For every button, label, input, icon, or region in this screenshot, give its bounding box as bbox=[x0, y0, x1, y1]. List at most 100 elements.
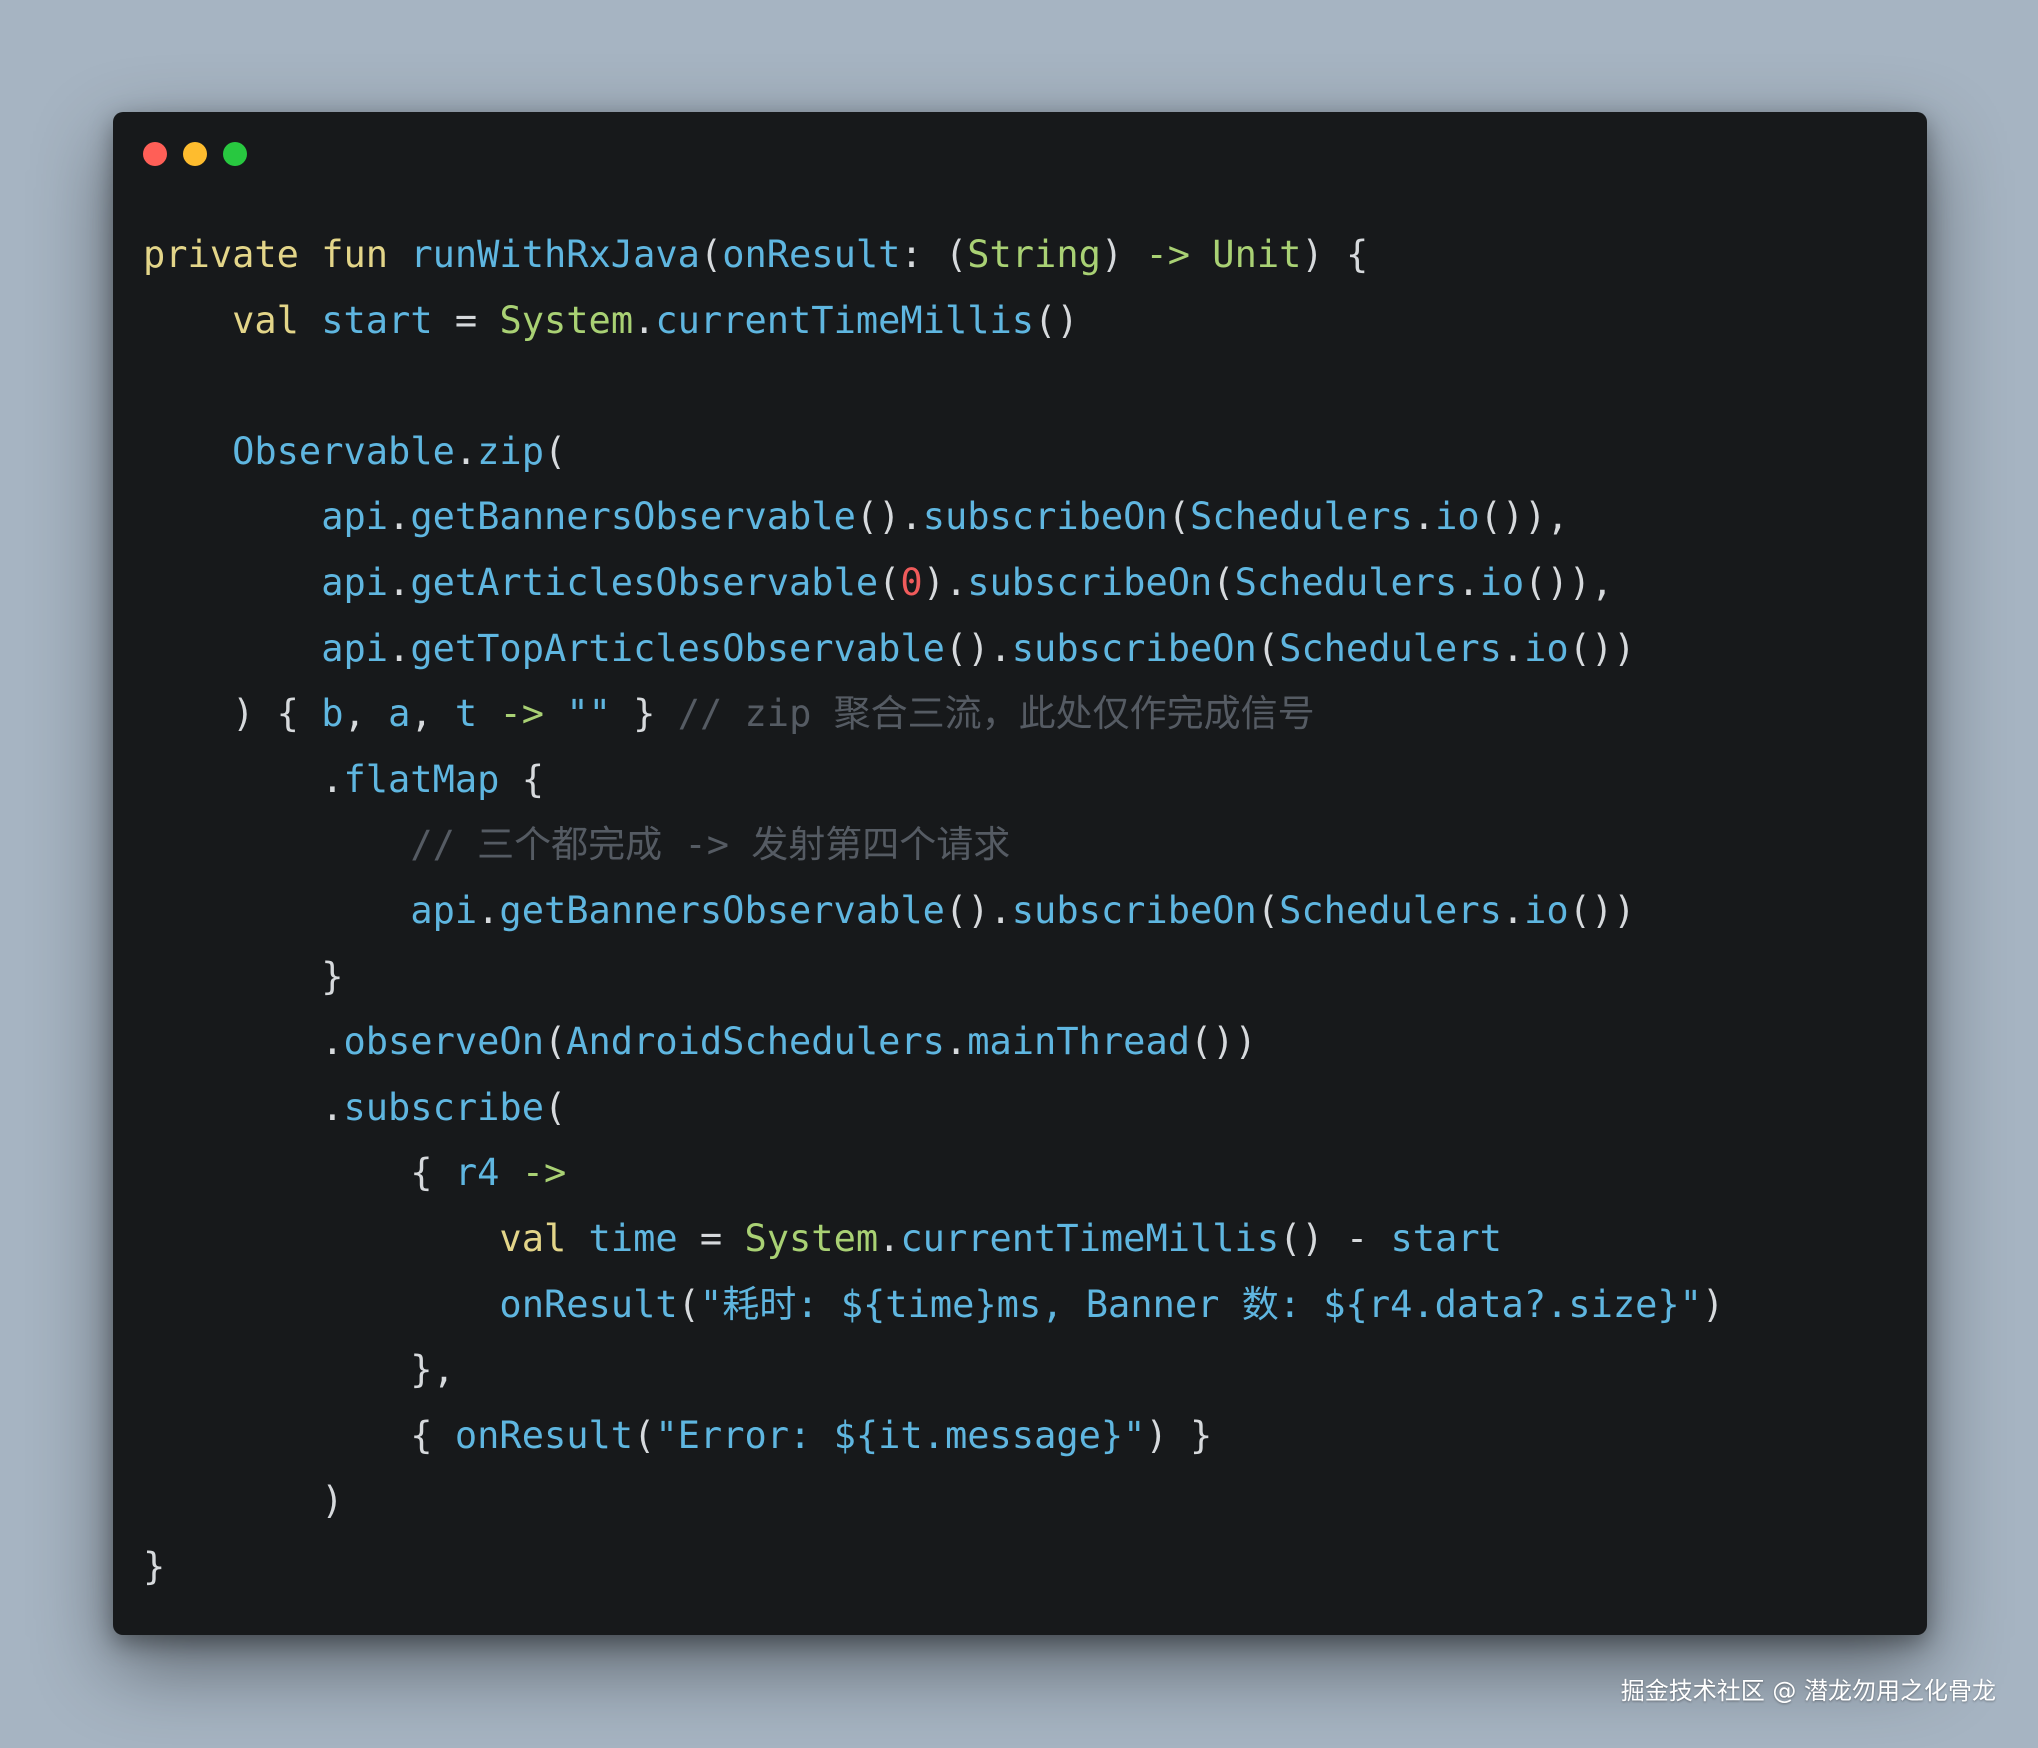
code-line: val start = System.currentTimeMillis() bbox=[143, 288, 1724, 354]
code-token: ) } bbox=[1145, 1413, 1213, 1457]
code-line: { r4 -> bbox=[143, 1140, 1724, 1206]
code-token: currentTimeMillis bbox=[900, 1216, 1280, 1260]
code-token: = bbox=[432, 298, 500, 342]
code-token: onResult bbox=[454, 1413, 634, 1457]
code-token: . bbox=[1501, 888, 1525, 932]
code-line: api.getBannersObservable().subscribeOn(S… bbox=[143, 484, 1724, 550]
code-line: Observable.zip( bbox=[143, 419, 1724, 485]
code-token: subscribeOn bbox=[922, 495, 1168, 539]
code-token: "Error: ${it.message}" bbox=[655, 1413, 1146, 1457]
code-token: api bbox=[321, 560, 389, 604]
code-token: observeOn bbox=[343, 1020, 544, 1064]
code-token: () bbox=[1034, 298, 1079, 342]
code-window: private fun runWithRxJava(onResult: (Str… bbox=[113, 112, 1927, 1635]
code-token: getArticlesObservable bbox=[410, 560, 879, 604]
code-token: . bbox=[1457, 560, 1480, 604]
code-token: ()) bbox=[1568, 626, 1636, 670]
code-token: System bbox=[499, 298, 634, 342]
code-token: { bbox=[143, 1413, 455, 1457]
code-token: ( bbox=[1167, 495, 1191, 539]
code-token: ) bbox=[1701, 1282, 1725, 1326]
code-token: . bbox=[454, 429, 478, 473]
code-line: private fun runWithRxJava(onResult: (Str… bbox=[143, 222, 1724, 288]
code-token: : ( bbox=[900, 233, 968, 276]
code-line: api.getArticlesObservable(0).subscribeOn… bbox=[143, 550, 1724, 616]
code-token: (). bbox=[944, 626, 1012, 670]
code-token: ) { bbox=[143, 692, 322, 736]
code-token: . bbox=[143, 757, 344, 801]
code-token: val bbox=[232, 298, 299, 342]
code-token: . bbox=[143, 1020, 344, 1064]
window-controls bbox=[143, 142, 247, 166]
code-token: ( bbox=[1256, 888, 1280, 932]
code-token: , bbox=[343, 692, 389, 736]
code-token: start bbox=[1390, 1216, 1502, 1260]
code-token: mainThread bbox=[967, 1020, 1190, 1064]
code-line: onResult("耗时: ${time}ms, Banner 数: ${r4.… bbox=[143, 1272, 1724, 1338]
minimize-icon[interactable] bbox=[183, 142, 207, 166]
code-token: } bbox=[610, 692, 678, 736]
code-token: . bbox=[477, 888, 500, 932]
code-token: getBannersObservable bbox=[499, 888, 945, 932]
code-token: { bbox=[499, 757, 544, 801]
code-token: ) { bbox=[1301, 233, 1369, 276]
code-token: ( bbox=[1212, 560, 1235, 604]
code-token: a bbox=[388, 692, 411, 736]
code-token: start bbox=[321, 298, 433, 342]
code-token: Schedulers bbox=[1234, 560, 1458, 604]
code-token: }, bbox=[143, 1348, 455, 1392]
code-token: -> bbox=[499, 692, 545, 736]
code-token: io bbox=[1479, 560, 1525, 604]
code-token: } bbox=[143, 954, 344, 998]
code-token: ()) bbox=[1568, 888, 1636, 932]
code-token: -> bbox=[1145, 233, 1191, 276]
code-token: ()), bbox=[1524, 560, 1614, 604]
code-line: .subscribe( bbox=[143, 1075, 1724, 1141]
code-token: . bbox=[143, 1085, 344, 1129]
code-token: // zip 聚合三流，此处仅作完成信号 bbox=[677, 692, 1315, 736]
code-token: . bbox=[1412, 495, 1436, 539]
code-token: zip bbox=[477, 429, 544, 473]
code-token: . bbox=[388, 560, 411, 604]
code-token: onResult bbox=[722, 233, 901, 276]
code-token: ()) bbox=[1190, 1020, 1257, 1064]
code-line: .observeOn(AndroidSchedulers.mainThread(… bbox=[143, 1009, 1724, 1075]
code-token: -> bbox=[521, 1151, 567, 1195]
code-token: Observable bbox=[232, 429, 455, 473]
code-token: subscribeOn bbox=[967, 560, 1213, 604]
code-token: getTopArticlesObservable bbox=[410, 626, 945, 670]
code-token: . bbox=[388, 495, 411, 539]
code-token: subscribeOn bbox=[1011, 626, 1257, 670]
code-line: api.getBannersObservable().subscribeOn(S… bbox=[143, 878, 1724, 944]
code-token: Schedulers bbox=[1279, 888, 1502, 932]
maximize-icon[interactable] bbox=[223, 142, 247, 166]
code-token: . bbox=[878, 1216, 901, 1260]
code-token: ( bbox=[878, 560, 901, 604]
code-token: "耗时: ${time}ms, Banner 数: ${r4.data?.siz… bbox=[699, 1282, 1702, 1326]
code-token: ( bbox=[633, 1413, 656, 1457]
code-token: ( bbox=[677, 1282, 700, 1326]
code-token: r4 bbox=[454, 1151, 500, 1195]
code-line: // 三个都完成 -> 发射第四个请求 bbox=[143, 812, 1724, 878]
code-token: ( bbox=[699, 233, 723, 276]
code-token: flatMap bbox=[343, 757, 500, 801]
watermark: 掘金技术社区 @ 潜龙勿用之化骨龙 bbox=[1620, 1677, 1996, 1705]
code-token: ( bbox=[1256, 626, 1280, 670]
code-token: currentTimeMillis bbox=[655, 298, 1035, 342]
code-token: subscribeOn bbox=[1011, 888, 1257, 932]
code-token: ( bbox=[543, 429, 567, 473]
code-token: ()), bbox=[1479, 495, 1569, 539]
code-token: onResult bbox=[499, 1282, 678, 1326]
code-token: runWithRxJava bbox=[410, 233, 700, 276]
close-icon[interactable] bbox=[143, 142, 167, 166]
